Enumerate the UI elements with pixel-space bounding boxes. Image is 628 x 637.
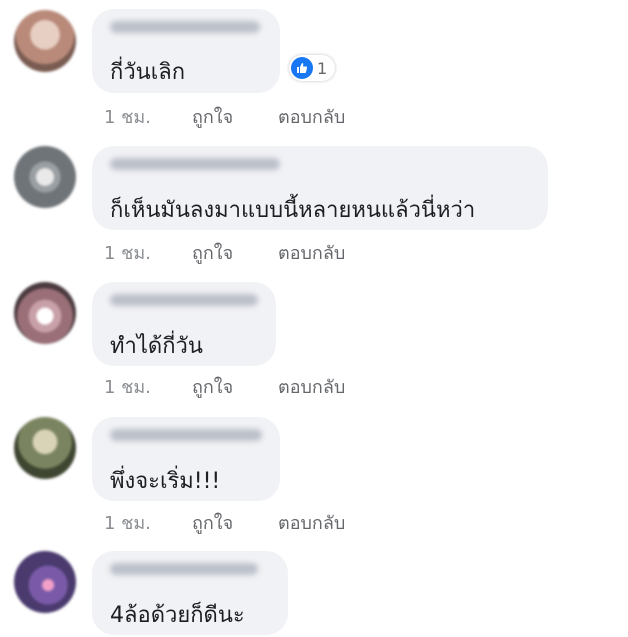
avatar[interactable]: [14, 417, 76, 479]
comment-bubble: พึ่งจะเริ่ม!!!: [92, 417, 280, 501]
reaction-badge[interactable]: 1: [289, 55, 336, 81]
comment-bubble: 4ล้อด้วยก็ดีนะ: [92, 551, 288, 635]
like-link[interactable]: ถูกใจ: [192, 238, 233, 267]
comment-text: ก็เห็นมันลงมาแบบนี้หลายหนแล้วนี่หว่า: [110, 198, 476, 223]
avatar[interactable]: [14, 146, 76, 208]
commenter-name[interactable]: [110, 429, 262, 441]
avatar[interactable]: [14, 10, 76, 72]
like-link[interactable]: ถูกใจ: [192, 102, 233, 131]
avatar[interactable]: [14, 282, 76, 344]
reply-link[interactable]: ตอบกลับ: [278, 508, 345, 537]
avatar[interactable]: [14, 551, 76, 613]
reply-link[interactable]: ตอบกลับ: [278, 102, 345, 131]
like-link[interactable]: ถูกใจ: [192, 508, 233, 537]
timestamp: 1 ชม.: [104, 107, 151, 128]
commenter-name[interactable]: [110, 21, 260, 33]
timestamp: 1 ชม.: [104, 243, 151, 264]
comment-bubble: ทำได้กี่วัน: [92, 282, 276, 366]
timestamp: 1 ชม.: [104, 513, 151, 534]
comment-text: กี่วันเลิก: [110, 60, 186, 85]
thumbs-up-icon: [291, 57, 313, 79]
reply-link[interactable]: ตอบกลับ: [278, 372, 345, 401]
commenter-name[interactable]: [110, 294, 258, 306]
comment-text: พึ่งจะเริ่ม!!!: [110, 469, 221, 494]
comment-text: ทำได้กี่วัน: [110, 334, 203, 359]
reaction-count: 1: [317, 58, 328, 78]
reply-link[interactable]: ตอบกลับ: [278, 238, 345, 267]
timestamp: 1 ชม.: [104, 377, 151, 398]
commenter-name[interactable]: [110, 563, 258, 575]
like-link[interactable]: ถูกใจ: [192, 372, 233, 401]
comment-bubble: กี่วันเลิก: [92, 9, 280, 93]
comment-text: 4ล้อด้วยก็ดีนะ: [110, 603, 245, 628]
comment-bubble: ก็เห็นมันลงมาแบบนี้หลายหนแล้วนี่หว่า: [92, 146, 548, 230]
commenter-name[interactable]: [110, 158, 280, 170]
